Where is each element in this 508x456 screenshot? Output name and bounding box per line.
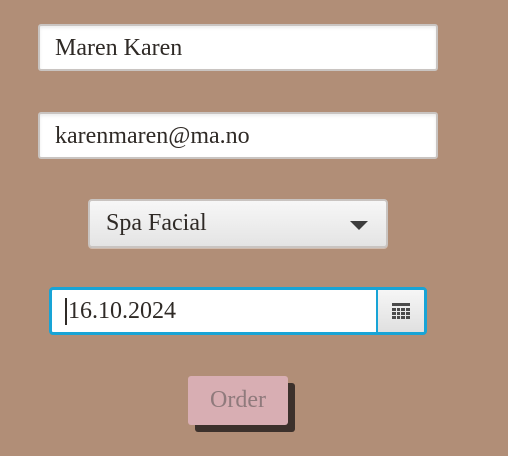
email-field[interactable]: karenmaren@ma.no xyxy=(38,112,438,159)
service-selected-value: Spa Facial xyxy=(106,210,207,236)
order-button[interactable]: Order xyxy=(188,376,288,425)
order-button-label: Order xyxy=(210,387,266,413)
date-input[interactable]: 16.10.2024 xyxy=(52,290,376,332)
text-cursor xyxy=(65,297,67,325)
calendar-icon xyxy=(392,303,410,319)
chevron-down-icon xyxy=(350,221,368,230)
name-value: Maren Karen xyxy=(55,34,183,61)
date-picker[interactable]: 16.10.2024 xyxy=(49,287,427,335)
calendar-button[interactable] xyxy=(376,290,424,332)
date-value: 16.10.2024 xyxy=(68,297,176,324)
email-value: karenmaren@ma.no xyxy=(55,122,250,149)
service-select[interactable]: Spa Facial xyxy=(88,199,388,248)
name-field[interactable]: Maren Karen xyxy=(38,24,438,71)
